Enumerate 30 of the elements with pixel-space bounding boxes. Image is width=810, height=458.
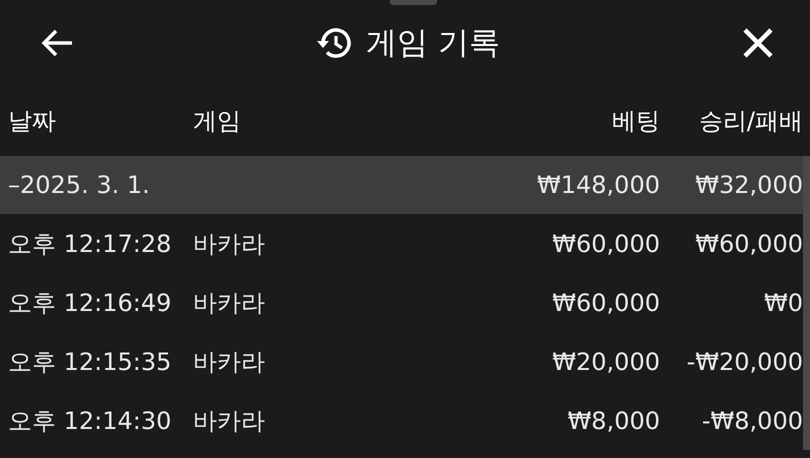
group-date: –2025. 3. 1. [8, 171, 151, 199]
bet-cell-text: ₩60,000 [551, 230, 660, 258]
time-cell-text: 오후 12:16:49 [8, 288, 172, 318]
result-cell-text: ₩60,000 [694, 230, 803, 258]
back-icon[interactable] [40, 28, 74, 58]
window-title: 게임 기록 [366, 24, 500, 63]
column-header[interactable]: 베팅 [460, 105, 660, 137]
game-cell-text: 바카라 [193, 406, 266, 436]
bet-cell-text: ₩20,000 [551, 348, 660, 376]
bet-cell-text: ₩8,000 [566, 406, 660, 434]
game-cell-text: 바카라 [193, 288, 266, 318]
bet-cell-text: ₩60,000 [551, 288, 660, 316]
time-cell-text: 오후 12:15:35 [8, 346, 172, 378]
time-cell-text: 오후 12:14:30 [8, 406, 172, 436]
date-group-row[interactable]: –2025. 3. 1. ₩148,000 ₩32,000 [0, 156, 803, 214]
time-cell-text: 오후 12:17:28 [8, 228, 172, 260]
column-header[interactable]: 승리/패배 [660, 105, 803, 137]
game-cell-text: 바카라 [193, 346, 266, 378]
close-icon[interactable] [742, 27, 774, 59]
column-header[interactable]: 게임 [193, 105, 460, 137]
result-cell-text: -₩8,000 [700, 406, 803, 434]
result-cell-text: ₩0 [763, 288, 803, 316]
group-bet-total: ₩148,000 [536, 171, 660, 199]
result-cell-text: -₩20,000 [686, 348, 803, 376]
game-cell-text: 바카라 [193, 228, 266, 260]
drag-handle[interactable] [390, 0, 437, 5]
group-result-total: ₩32,000 [694, 171, 803, 199]
scrollbar[interactable] [803, 156, 810, 450]
history-icon [316, 26, 352, 60]
column-header[interactable]: 날짜 [8, 105, 193, 137]
